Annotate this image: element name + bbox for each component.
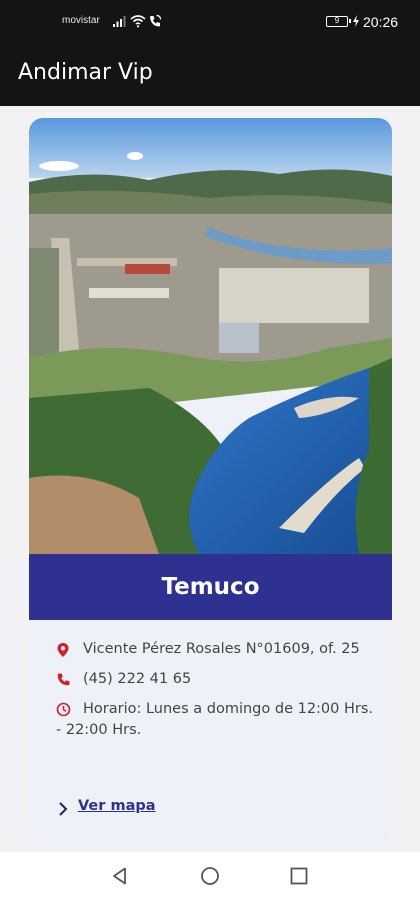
phone-icon — [57, 673, 70, 686]
view-map-label[interactable]: Ver mapa — [78, 798, 156, 814]
charging-icon — [353, 15, 359, 27]
status-bar: movistar 9 20:26 — [0, 0, 420, 42]
chevron-right-icon — [59, 802, 68, 816]
system-nav-bar — [0, 852, 420, 900]
hours-text: Horario: Lunes a domingo de 12:00 Hrs. -… — [56, 701, 374, 738]
app-title: Andimar Vip — [18, 60, 153, 85]
phone-row[interactable]: (45) 222 41 65 — [56, 669, 376, 690]
back-icon[interactable] — [110, 866, 130, 886]
clock: 20:26 — [363, 14, 399, 30]
battery-icon: 9 — [326, 16, 351, 27]
wifi-icon — [130, 15, 146, 28]
city-title: Temuco — [161, 574, 260, 600]
app-bar: Andimar Vip — [0, 42, 420, 106]
home-icon[interactable] — [200, 866, 220, 886]
recents-icon[interactable] — [289, 866, 309, 886]
city-banner: Temuco — [29, 554, 392, 620]
address-row: Vicente Pérez Rosales N°01609, of. 25 — [56, 639, 376, 660]
office-card: Temuco Vicente Pérez Rosales N°01609, of… — [29, 118, 392, 845]
signal-icon — [113, 16, 126, 27]
hours-row: Horario: Lunes a domingo de 12:00 Hrs. -… — [56, 699, 376, 741]
carrier-label: movistar — [62, 15, 100, 26]
phone-text[interactable]: (45) 222 41 65 — [56, 669, 376, 690]
clock-icon — [56, 702, 71, 717]
location-pin-icon — [57, 643, 69, 657]
address-text: Vicente Pérez Rosales N°01609, of. 25 — [83, 641, 360, 657]
city-aerial-photo — [29, 118, 392, 554]
wifi-calling-icon — [150, 14, 162, 27]
